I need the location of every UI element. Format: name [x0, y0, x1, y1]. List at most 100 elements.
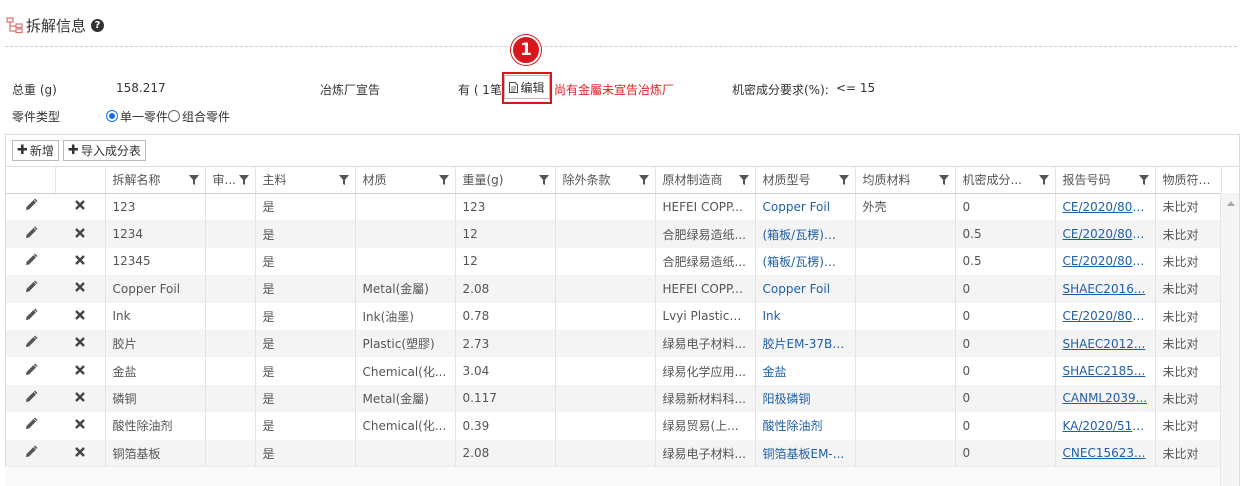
column-header-4[interactable]: 重量(g) — [455, 167, 556, 194]
table-cell-col-10[interactable]: SHAEC2012... — [1055, 329, 1156, 358]
delete-x-icon[interactable] — [74, 281, 86, 293]
column-header-6[interactable]: 原材制造商 — [655, 167, 756, 194]
column-header-7[interactable]: 材质型号 — [755, 167, 856, 194]
import-composition-button[interactable]: ✚ 导入成分表 — [62, 140, 146, 161]
pencil-icon[interactable] — [24, 363, 38, 377]
table-cell-col-0: 12345 — [105, 247, 206, 276]
smelter-declaration-label: 冶炼厂宣告 — [320, 83, 381, 97]
column-header-2[interactable]: 主料 — [255, 167, 356, 194]
pencil-icon[interactable] — [24, 226, 38, 240]
horizontal-scrollbar[interactable] — [5, 466, 1220, 486]
table-cell-col-2: 是 — [255, 412, 356, 440]
plus-icon: ✚ — [17, 143, 28, 158]
radio-combo-part-label[interactable]: 组合零件 — [182, 108, 230, 125]
edit-row-cell — [6, 248, 55, 275]
table-cell-col-0: 胶片 — [105, 329, 206, 358]
pencil-icon[interactable] — [24, 253, 38, 267]
table-cell-col-10[interactable]: CE/2020/804... — [1055, 193, 1156, 221]
delete-x-icon[interactable] — [74, 227, 86, 239]
vertical-scrollbar[interactable] — [1220, 193, 1239, 486]
filter-icon[interactable] — [1038, 175, 1049, 185]
add-button[interactable]: ✚ 新增 — [12, 140, 59, 161]
table-cell-col-10[interactable]: CE/2020/804... — [1055, 220, 1156, 248]
confidential-requirement-label: 机密成分要求(%): — [732, 83, 829, 97]
table-cell-col-4: 123 — [455, 193, 556, 221]
filter-icon[interactable] — [438, 175, 449, 185]
scroll-up-arrow-icon[interactable] — [1227, 201, 1235, 206]
filter-icon[interactable] — [1138, 175, 1149, 185]
pencil-icon[interactable] — [24, 280, 38, 294]
pencil-icon[interactable] — [24, 308, 38, 322]
table-cell-col-3: Chemical(化... — [355, 412, 456, 440]
delete-x-icon[interactable] — [74, 418, 86, 430]
table-cell-col-7: 铜箔基板EM-... — [755, 439, 856, 467]
delete-row-cell — [55, 275, 106, 303]
column-header-11[interactable]: 物质符合... — [1155, 167, 1222, 194]
column-header-1[interactable]: 审... — [205, 167, 256, 194]
table-cell-col-10[interactable]: CANML2039... — [1055, 384, 1156, 413]
table-cell-col-10[interactable]: KA/2020/510... — [1055, 412, 1156, 440]
table-cell-col-10[interactable]: CNEC15623... — [1055, 439, 1156, 467]
undeclared-smelter-warning: 尚有金屬未宣告冶炼厂 — [554, 83, 675, 97]
table-cell-col-8 — [855, 247, 956, 276]
filter-icon[interactable] — [538, 175, 549, 185]
table-row: 123 是 123 HEFEI COPP... Copper Foil 外壳 0 CE/202… — [6, 193, 1222, 221]
column-header-3[interactable]: 材质 — [355, 167, 456, 194]
column-header-10[interactable]: 报告号码 — [1055, 167, 1156, 194]
filter-icon[interactable] — [188, 175, 199, 185]
pencil-icon[interactable] — [24, 417, 38, 431]
table-cell-col-11: 未比对 — [1155, 247, 1222, 276]
table-cell-col-7: 金盐 — [755, 357, 856, 385]
table-cell-col-0: 磷铜 — [105, 384, 206, 413]
section-header: 拆解信息 ? — [6, 14, 105, 36]
delete-x-icon[interactable] — [74, 336, 86, 348]
table-cell-col-5 — [555, 247, 656, 276]
column-header-label: 除外条款 — [562, 173, 611, 188]
filter-icon[interactable] — [738, 175, 749, 185]
delete-x-icon[interactable] — [74, 446, 86, 458]
delete-x-icon[interactable] — [74, 309, 86, 321]
delete-x-icon[interactable] — [74, 254, 86, 266]
delete-row-cell — [55, 439, 106, 467]
radio-single-part[interactable] — [106, 110, 118, 122]
pencil-icon[interactable] — [24, 390, 38, 404]
table-cell-col-8 — [855, 412, 956, 440]
delete-x-icon[interactable] — [74, 199, 86, 211]
pencil-icon[interactable] — [24, 198, 38, 212]
column-header-label: 原材制造商 — [662, 173, 723, 188]
filter-icon[interactable] — [238, 175, 249, 185]
column-header-8[interactable]: 均质材料 — [855, 167, 956, 194]
radio-combo-part[interactable] — [168, 110, 181, 122]
table-cell-col-1 — [205, 384, 256, 413]
table-cell-col-6: 绿易电子材料... — [655, 439, 756, 467]
table-cell-col-10[interactable]: SHAEC2016... — [1055, 275, 1156, 303]
total-weight-label: 总重 (g) — [12, 83, 57, 97]
table-cell-col-10[interactable]: CE/2020/804... — [1055, 247, 1156, 276]
filter-icon[interactable] — [338, 175, 349, 185]
delete-x-icon[interactable] — [74, 364, 86, 376]
filter-icon[interactable] — [638, 175, 649, 185]
table-cell-col-4: 0.117 — [455, 384, 556, 413]
filter-icon[interactable] — [938, 175, 949, 185]
column-header-label: 主料 — [262, 173, 287, 188]
filter-icon[interactable] — [838, 175, 849, 185]
table-cell-col-11: 未比对 — [1155, 302, 1222, 330]
pencil-icon[interactable] — [24, 335, 38, 349]
column-header-label: 重量(g) — [462, 173, 504, 188]
table-cell-col-10[interactable]: SHAEC2185... — [1055, 357, 1156, 385]
radio-single-part-label[interactable]: 单一零件 — [120, 108, 168, 125]
table-row: 胶片 是 Plastic(塑膠) 2.73 绿易电子材料... 胶片EM-37B(5) 0 S… — [6, 329, 1222, 358]
column-header-5[interactable]: 除外条款 — [555, 167, 656, 194]
table-cell-col-10[interactable]: CE/2020/804... — [1055, 302, 1156, 330]
table-cell-col-4: 0.39 — [455, 412, 556, 440]
pencil-icon[interactable] — [24, 445, 38, 459]
column-header-0[interactable]: 拆解名称 — [105, 167, 206, 194]
column-header-9[interactable]: 机密成分... — [955, 167, 1056, 194]
plus-icon: ✚ — [67, 143, 79, 158]
table-cell-col-5 — [555, 275, 656, 303]
table-cell-col-8 — [855, 329, 956, 358]
delete-x-icon[interactable] — [74, 391, 86, 403]
help-icon[interactable]: ? — [91, 18, 105, 32]
table-cell-col-9: 0.5 — [955, 247, 1056, 276]
table-cell-col-7: 胶片EM-37B(5) — [755, 329, 856, 358]
